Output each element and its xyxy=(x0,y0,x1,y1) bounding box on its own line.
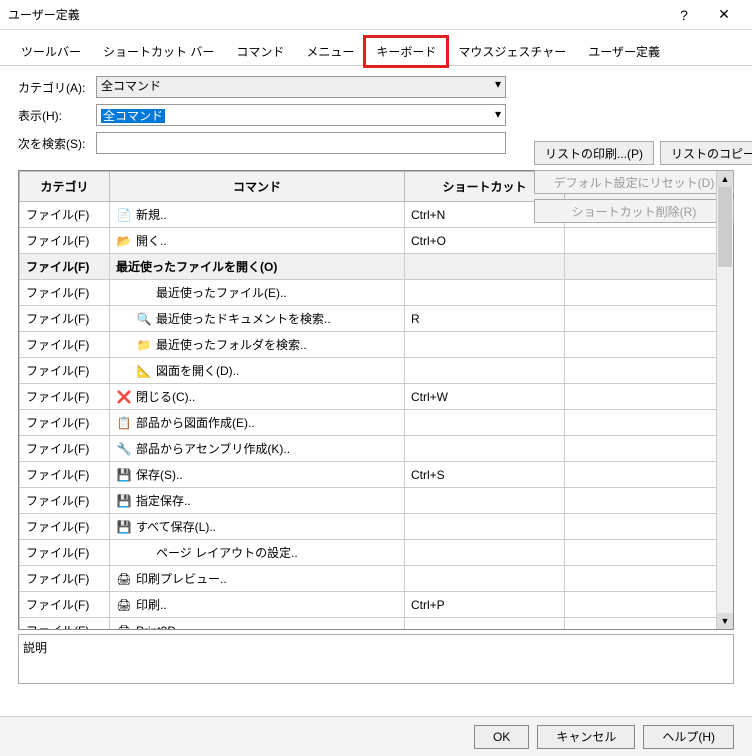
close-icon[interactable]: ✕ xyxy=(704,1,744,29)
tab-6[interactable]: ユーザー定義 xyxy=(577,37,671,66)
command-icon: 📋 xyxy=(116,415,132,431)
print-list-button[interactable]: リストの印刷...(P) xyxy=(534,141,654,165)
form-area: カテゴリ(A): 全コマンド ▾ 表示(H): 全コマンド ▾ 次を検索(S):… xyxy=(0,66,752,166)
command-icon: 📄 xyxy=(116,207,132,223)
command-table-wrap: カテゴリコマンドショートカット検索ショートカット ファイル(F)📄新規..Ctr… xyxy=(18,170,734,630)
tab-0[interactable]: ツールバー xyxy=(10,37,92,66)
tab-strip: ツールバーショートカット バーコマンドメニューキーボードマウスジェスチャーユーザ… xyxy=(0,30,752,66)
table-row[interactable]: ファイル(F)📂開く..Ctrl+O xyxy=(20,228,717,254)
scroll-down-icon[interactable]: ▼ xyxy=(717,613,733,629)
category-label: カテゴリ(A): xyxy=(18,79,88,96)
copy-list-button[interactable]: リストのコピー(C) xyxy=(660,141,752,165)
command-icon: 📁 xyxy=(136,337,152,353)
table-row[interactable]: ファイル(F)🖨Print3D.. xyxy=(20,618,717,630)
command-icon: 🖨 xyxy=(116,623,132,630)
command-icon: 💾 xyxy=(116,493,132,509)
display-select[interactable]: 全コマンド ▾ xyxy=(96,104,506,126)
command-icon: ❌ xyxy=(116,389,132,405)
table-row[interactable]: ファイル(F)🔍最近使ったドキュメントを検索..R xyxy=(20,306,717,332)
table-row[interactable]: ファイル(F)ページ レイアウトの設定.. xyxy=(20,540,717,566)
command-icon: 🔍 xyxy=(136,311,152,327)
column-header[interactable]: カテゴリ xyxy=(20,172,110,202)
ok-button[interactable]: OK xyxy=(474,725,529,749)
table-row[interactable]: ファイル(F)📋部品から図面作成(E).. xyxy=(20,410,717,436)
command-table[interactable]: カテゴリコマンドショートカット検索ショートカット ファイル(F)📄新規..Ctr… xyxy=(19,171,716,629)
column-header[interactable]: コマンド xyxy=(110,172,405,202)
display-label: 表示(H): xyxy=(18,107,88,124)
table-row[interactable]: ファイル(F)💾保存(S)..Ctrl+S xyxy=(20,462,717,488)
scroll-thumb[interactable] xyxy=(718,187,732,267)
window-title: ユーザー定義 xyxy=(8,6,664,23)
search-input[interactable] xyxy=(96,132,506,154)
table-row[interactable]: ファイル(F)最近使ったファイル(E).. xyxy=(20,280,717,306)
scroll-up-icon[interactable]: ▲ xyxy=(717,171,733,187)
table-row[interactable]: ファイル(F)💾すべて保存(L).. xyxy=(20,514,717,540)
table-row[interactable]: ファイル(F)🔧部品からアセンブリ作成(K).. xyxy=(20,436,717,462)
tab-4[interactable]: キーボード xyxy=(365,37,447,66)
description-label: 説明 xyxy=(23,641,47,655)
delete-shortcut-button: ショートカット削除(R) xyxy=(534,199,734,223)
command-icon: 💾 xyxy=(116,519,132,535)
title-bar: ユーザー定義 ? ✕ xyxy=(0,0,752,30)
help-button[interactable]: ヘルプ(H) xyxy=(643,725,734,749)
command-icon: 📂 xyxy=(116,233,132,249)
command-icon: 🔧 xyxy=(116,441,132,457)
dialog-footer: OK キャンセル ヘルプ(H) xyxy=(0,716,752,756)
command-icon: 📐 xyxy=(136,363,152,379)
command-icon: 💾 xyxy=(116,467,132,483)
tab-5[interactable]: マウスジェスチャー xyxy=(447,37,577,66)
help-icon[interactable]: ? xyxy=(664,1,704,29)
chevron-down-icon: ▾ xyxy=(495,77,501,91)
cancel-button[interactable]: キャンセル xyxy=(537,725,635,749)
table-row[interactable]: ファイル(F)🖨印刷プレビュー.. xyxy=(20,566,717,592)
reset-default-button: デフォルト設定にリセット(D) xyxy=(534,170,734,194)
command-icon: 🖨 xyxy=(116,571,132,587)
tab-2[interactable]: コマンド xyxy=(225,37,295,66)
table-row[interactable]: ファイル(F)❌閉じる(C)..Ctrl+W xyxy=(20,384,717,410)
command-icon: 🖨 xyxy=(116,597,132,613)
search-label: 次を検索(S): xyxy=(18,135,88,152)
description-box: 説明 xyxy=(18,634,734,684)
chevron-down-icon: ▾ xyxy=(495,107,501,121)
tab-3[interactable]: メニュー xyxy=(295,37,365,66)
table-row[interactable]: ファイル(F)最近使ったファイルを開く(O) xyxy=(20,254,717,280)
table-row[interactable]: ファイル(F)📐図面を開く(D).. xyxy=(20,358,717,384)
table-row[interactable]: ファイル(F)💾指定保存.. xyxy=(20,488,717,514)
vertical-scrollbar[interactable]: ▲ ▼ xyxy=(716,171,733,629)
category-select[interactable]: 全コマンド ▾ xyxy=(96,76,506,98)
tab-1[interactable]: ショートカット バー xyxy=(92,37,225,66)
table-row[interactable]: ファイル(F)📁最近使ったフォルダを検索.. xyxy=(20,332,717,358)
table-row[interactable]: ファイル(F)🖨印刷..Ctrl+P xyxy=(20,592,717,618)
